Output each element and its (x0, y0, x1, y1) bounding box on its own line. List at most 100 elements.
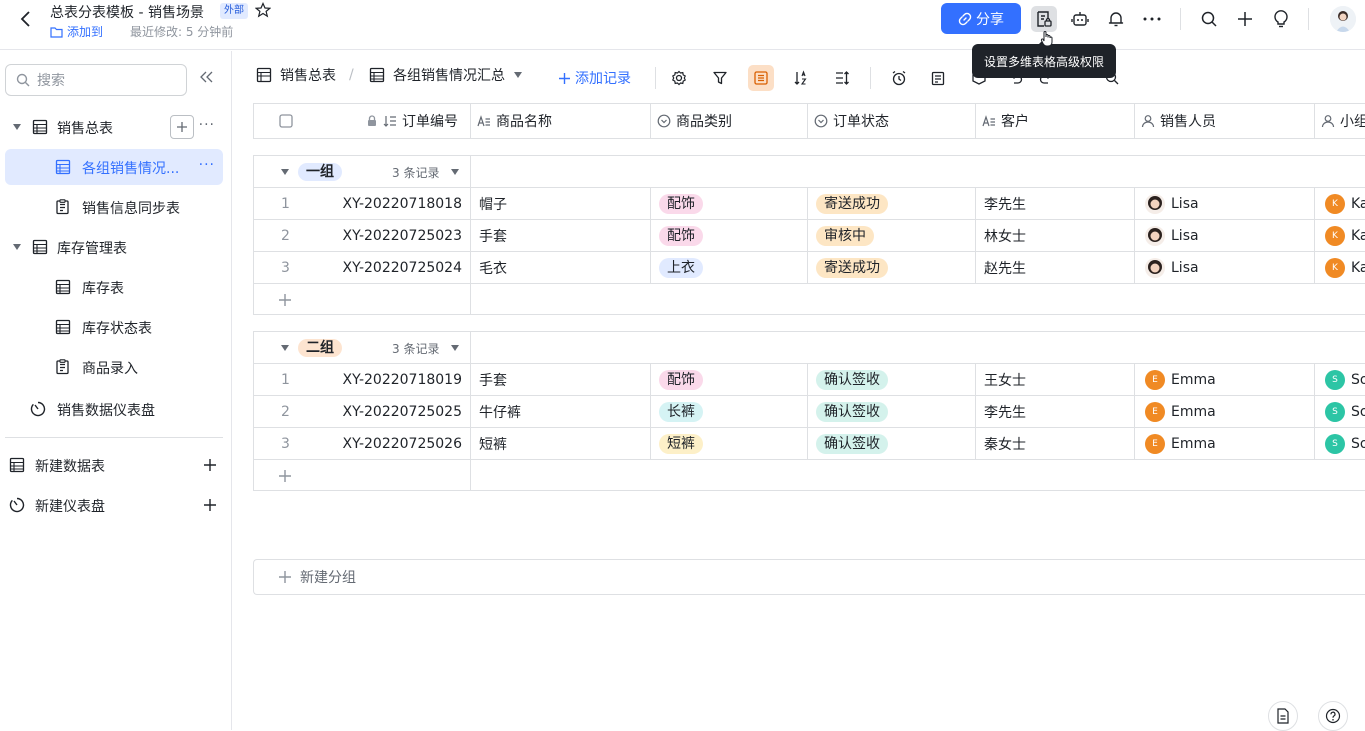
salesperson-cell[interactable]: Lisa (1135, 220, 1315, 251)
order-no-cell[interactable]: XY-20220718019 (318, 364, 471, 395)
group-button[interactable] (748, 65, 774, 91)
notification-button[interactable] (1103, 6, 1129, 32)
product-name-cell[interactable]: 短裤 (471, 428, 651, 459)
reminder-button[interactable] (886, 65, 912, 91)
customer-cell[interactable]: 王女士 (976, 364, 1135, 395)
status-cell[interactable]: 审核中 (808, 220, 976, 251)
group-header[interactable]: 二组 3 条记录 (254, 332, 1365, 364)
column-header-order-status[interactable]: 订单状态 (808, 104, 976, 138)
table-tab[interactable]: 销售总表 (256, 65, 336, 85)
column-header-salesperson[interactable]: 销售人员 (1135, 104, 1315, 138)
category-cell[interactable]: 上衣 (651, 252, 808, 283)
salesperson-cell[interactable]: E Emma (1135, 396, 1315, 427)
view-tab[interactable]: 各组销售情况汇总 (369, 65, 523, 85)
salesperson-cell[interactable]: Lisa (1135, 252, 1315, 283)
sidebar-search-input[interactable]: 搜索 (5, 64, 187, 96)
product-name-cell[interactable]: 手套 (471, 220, 651, 251)
product-name-cell[interactable]: 手套 (471, 364, 651, 395)
order-no-cell[interactable]: XY-20220725023 (318, 220, 471, 251)
status-cell[interactable]: 寄送成功 (808, 252, 976, 283)
new-dashboard-button[interactable]: 新建仪表盘 (5, 487, 223, 523)
collapse-sidebar-button[interactable] (200, 71, 214, 83)
help-button[interactable] (1318, 701, 1348, 731)
category-cell[interactable]: 配饰 (651, 188, 808, 219)
status-cell[interactable]: 确认签收 (808, 396, 976, 427)
sort-button[interactable] (788, 65, 814, 91)
row-height-button[interactable] (829, 65, 855, 91)
table-row[interactable]: 1 XY-20220718018 帽子 配饰 寄送成功 李先生 Lisa K Ka (254, 188, 1365, 220)
sidebar-item-stock[interactable]: 库存表 (5, 269, 223, 305)
order-no-cell[interactable]: XY-20220725024 (318, 252, 471, 283)
automation-bot-button[interactable] (1067, 6, 1093, 32)
search-button[interactable] (1196, 6, 1222, 32)
add-subtable-button[interactable] (170, 115, 194, 139)
category-cell[interactable]: 短裤 (651, 428, 808, 459)
more-icon[interactable]: ··· (199, 157, 215, 173)
column-header-customer[interactable]: 客户 (976, 104, 1135, 138)
product-name-cell[interactable]: 帽子 (471, 188, 651, 219)
salesperson-cell[interactable]: E Emma (1135, 428, 1315, 459)
product-name-cell[interactable]: 毛衣 (471, 252, 651, 283)
status-cell[interactable]: 寄送成功 (808, 188, 976, 219)
add-row-plus-icon[interactable] (278, 293, 292, 307)
category-cell[interactable]: 配饰 (651, 364, 808, 395)
document-button[interactable] (1268, 701, 1298, 731)
advanced-permission-button[interactable] (1031, 6, 1057, 32)
team-cell[interactable]: S So (1315, 396, 1365, 427)
sidebar-item-product-entry[interactable]: 商品录入 (5, 349, 223, 385)
order-no-cell[interactable]: XY-20220718018 (318, 188, 471, 219)
sidebar-item-sales-dashboard[interactable]: 销售数据仪表盘 (5, 391, 223, 427)
table-row[interactable]: 2 XY-20220725023 手套 配饰 审核中 林女士 Lisa K Ka (254, 220, 1365, 252)
salesperson-cell[interactable]: E Emma (1135, 364, 1315, 395)
sidebar-item-sales-sync[interactable]: 销售信息同步表 (5, 189, 223, 225)
team-cell[interactable]: K Ka (1315, 188, 1365, 219)
group-header[interactable]: 一组 3 条记录 (254, 156, 1365, 188)
create-button[interactable] (1232, 6, 1258, 32)
new-group-button[interactable]: 新建分组 (253, 559, 1365, 595)
category-cell[interactable]: 配饰 (651, 220, 808, 251)
sidebar-item-sales-master[interactable]: 销售总表 ··· (5, 109, 223, 145)
add-to-button[interactable]: 添加到 (50, 23, 103, 40)
team-cell[interactable]: K Ka (1315, 220, 1365, 251)
field-settings-button[interactable] (666, 65, 692, 91)
status-cell[interactable]: 确认签收 (808, 428, 976, 459)
customer-cell[interactable]: 秦女士 (976, 428, 1135, 459)
team-cell[interactable]: S So (1315, 428, 1365, 459)
status-cell[interactable]: 确认签收 (808, 364, 976, 395)
help-tips-button[interactable] (1268, 6, 1294, 32)
category-cell[interactable]: 长裤 (651, 396, 808, 427)
form-view-button[interactable] (925, 65, 951, 91)
add-record-button[interactable]: 添加记录 (558, 68, 631, 88)
document-title[interactable]: 总表分表模板 - 销售场景 (50, 2, 204, 22)
table-row[interactable]: 2 XY-20220725025 牛仔裤 长裤 确认签收 李先生 E Emma S… (254, 396, 1365, 428)
select-all-checkbox[interactable] (254, 104, 318, 138)
sidebar-item-inventory[interactable]: 库存管理表 (5, 229, 223, 265)
column-header-product-name[interactable]: 商品名称 (471, 104, 651, 138)
customer-cell[interactable]: 李先生 (976, 188, 1135, 219)
column-header-category[interactable]: 商品类别 (651, 104, 808, 138)
customer-cell[interactable]: 赵先生 (976, 252, 1135, 283)
new-table-button[interactable]: 新建数据表 (5, 447, 223, 483)
customer-cell[interactable]: 林女士 (976, 220, 1135, 251)
back-button[interactable] (14, 8, 36, 30)
more-icon[interactable]: ··· (199, 117, 215, 133)
order-no-cell[interactable]: XY-20220725025 (318, 396, 471, 427)
product-name-cell[interactable]: 牛仔裤 (471, 396, 651, 427)
team-cell[interactable]: K Ka (1315, 252, 1365, 283)
column-header-team[interactable]: 小组 (1315, 104, 1365, 138)
filter-button[interactable] (707, 65, 733, 91)
order-no-cell[interactable]: XY-20220725026 (318, 428, 471, 459)
table-row[interactable]: 3 XY-20220725024 毛衣 上衣 寄送成功 赵先生 Lisa K Ka (254, 252, 1365, 284)
customer-cell[interactable]: 李先生 (976, 396, 1135, 427)
add-row-plus-icon[interactable] (278, 469, 292, 483)
sidebar-item-group-summary[interactable]: 各组销售情况... ··· (5, 149, 223, 185)
share-button[interactable]: 分享 (941, 3, 1021, 34)
salesperson-cell[interactable]: Lisa (1135, 188, 1315, 219)
more-button[interactable] (1139, 6, 1165, 32)
favorite-star-icon[interactable] (255, 2, 271, 18)
sidebar-item-stock-status[interactable]: 库存状态表 (5, 309, 223, 345)
table-row[interactable]: 1 XY-20220718019 手套 配饰 确认签收 王女士 E Emma SS… (254, 364, 1365, 396)
user-avatar[interactable] (1330, 6, 1356, 32)
column-header-order-no[interactable]: 订单编号 (318, 104, 471, 138)
table-row[interactable]: 3 XY-20220725026 短裤 短裤 确认签收 秦女士 E Emma SS… (254, 428, 1365, 460)
